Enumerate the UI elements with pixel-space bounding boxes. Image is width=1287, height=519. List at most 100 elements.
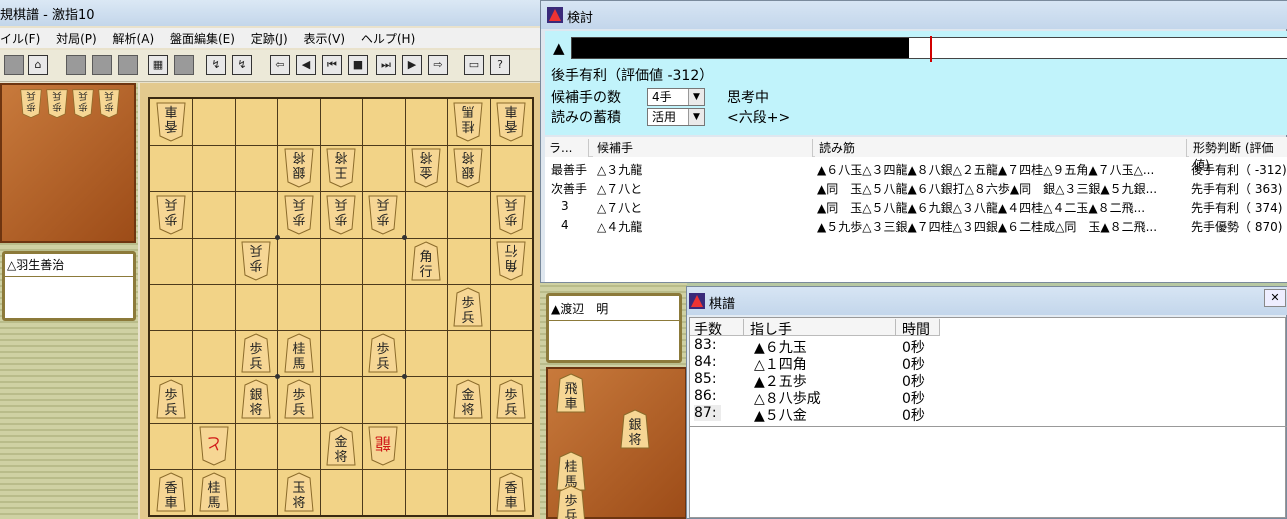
- shogi-piece-sente[interactable]: 歩兵: [368, 333, 398, 373]
- first-icon[interactable]: ⏮: [322, 55, 342, 75]
- kifu-row[interactable]: 85: ▲２五歩 0秒: [690, 371, 1287, 390]
- candidate-row[interactable]: 次善手 △７八と ▲同 玉△５八龍▲６八銀打△８六歩▲同 銀△３三銀▲５九銀..…: [545, 178, 1287, 197]
- menu-joseki[interactable]: 定跡(J): [251, 28, 288, 47]
- last-icon[interactable]: ⏭: [376, 55, 396, 75]
- monitor-icon[interactable]: ▭: [464, 55, 484, 75]
- shogi-piece-gote[interactable]: 歩兵: [241, 241, 271, 281]
- shogi-piece-gote[interactable]: 龍: [368, 426, 398, 466]
- shogi-piece-gote[interactable]: と: [199, 426, 229, 466]
- gote-hand-piece[interactable]: 歩兵: [20, 89, 42, 121]
- sente-hand-piece[interactable]: 銀将: [620, 409, 650, 449]
- svg-text:歩: 歩: [334, 211, 347, 226]
- gote-hand-piece[interactable]: 歩兵: [46, 89, 68, 121]
- gote-hand-piece[interactable]: 歩兵: [98, 89, 120, 121]
- candidate-row[interactable]: 最善手 △３九龍 ▲６八玉△３四龍▲８八銀△２五龍▲７四桂△９五角▲７八玉△..…: [545, 159, 1287, 178]
- col-move[interactable]: 候補手: [593, 139, 813, 157]
- candidate-row[interactable]: 3 △７八と ▲同 玉△５八龍▲６九銀△３八龍▲４四桂△４二玉▲８二飛... 先…: [545, 197, 1287, 216]
- shogi-piece-sente[interactable]: 角行: [411, 241, 441, 281]
- svg-text:馬: 馬: [461, 103, 474, 118]
- board-grid-line: [150, 191, 532, 192]
- shogi-piece-gote[interactable]: 歩兵: [496, 195, 526, 235]
- accumulate-select[interactable]: 活用 ▼: [647, 108, 705, 126]
- col-time[interactable]: 時間: [898, 319, 940, 338]
- shogi-piece-gote[interactable]: 歩兵: [284, 195, 314, 235]
- candidate-row[interactable]: 4 △４九龍 ▲５九歩△３三銀▲７四桂△３四銀▲６二桂成△同 玉▲８二飛... …: [545, 216, 1287, 235]
- shogi-piece-sente[interactable]: 銀将: [241, 379, 271, 419]
- candidates-select[interactable]: 4手 ▼: [647, 88, 705, 106]
- kifu-window: 棋譜 ✕ 手数 指し手 時間 83: ▲６九玉 0秒 84: △１四角 0秒 8…: [686, 286, 1287, 519]
- forward-arrow-icon[interactable]: ⇨: [428, 55, 448, 75]
- toolbar: ⌂ ▦ ↯ ↯ ⇦ ◀ ⏮ ■ ⏭ ▶ ⇨ ▭ ?: [0, 50, 540, 82]
- stop-icon[interactable]: ■: [348, 55, 368, 75]
- shogi-piece-gote[interactable]: 角行: [496, 241, 526, 281]
- svg-text:桂: 桂: [461, 118, 474, 133]
- col-move-text[interactable]: 指し手: [746, 319, 896, 338]
- back-arrow-icon[interactable]: ⇦: [270, 55, 290, 75]
- evaluation-text: 後手有利（評価値 -312）: [551, 68, 714, 84]
- kifu-row[interactable]: 84: △１四角 0秒: [690, 354, 1287, 373]
- shogi-piece-gote[interactable]: 金将: [411, 148, 441, 188]
- shogi-piece-gote[interactable]: 銀将: [284, 148, 314, 188]
- shogi-piece-sente[interactable]: 香車: [156, 472, 186, 512]
- open-folder-icon[interactable]: ⌂: [28, 55, 48, 75]
- svg-text:将: 将: [292, 149, 305, 164]
- shogi-piece-sente[interactable]: 歩兵: [496, 379, 526, 419]
- copy-icon[interactable]: [118, 55, 138, 75]
- candidate-line: ▲同 玉△５八龍▲６九銀△３八龍▲４四桂△４二玉▲８二飛...: [817, 201, 1146, 215]
- shogi-piece-gote[interactable]: 桂馬: [453, 102, 483, 142]
- shogi-piece-gote[interactable]: 歩兵: [326, 195, 356, 235]
- col-line[interactable]: 読み筋: [815, 139, 1187, 157]
- paste-icon[interactable]: [174, 55, 194, 75]
- menu-help[interactable]: ヘルプ(H): [361, 28, 415, 47]
- sente-hand-piece[interactable]: 歩兵: [556, 485, 586, 519]
- shogi-piece-gote[interactable]: 銀将: [453, 148, 483, 188]
- shogi-piece-sente[interactable]: 金将: [326, 426, 356, 466]
- board-setup-icon[interactable]: ▦: [148, 55, 168, 75]
- menu-analysis[interactable]: 解析(A): [113, 28, 155, 47]
- next-icon[interactable]: ▶: [402, 55, 422, 75]
- analyze-icon[interactable]: ↯: [206, 55, 226, 75]
- stop-analyze-icon[interactable]: ↯: [232, 55, 252, 75]
- shogi-piece-sente[interactable]: 桂馬: [199, 472, 229, 512]
- kifu-row[interactable]: 86: △８八歩成 0秒: [690, 388, 1287, 407]
- shogi-piece-sente[interactable]: 歩兵: [453, 287, 483, 327]
- board-grid-line: [362, 99, 363, 515]
- shogi-piece-gote[interactable]: 歩兵: [368, 195, 398, 235]
- left-stand: 歩兵歩兵歩兵歩兵 △羽生善治: [0, 83, 138, 519]
- print-icon[interactable]: [92, 55, 112, 75]
- shogi-piece-sente[interactable]: 歩兵: [284, 379, 314, 419]
- menu-edit[interactable]: 盤面編集(E): [170, 28, 235, 47]
- candidate-move: △７八と: [597, 182, 643, 196]
- shogi-piece-sente[interactable]: 玉将: [284, 472, 314, 512]
- kifu-row-current[interactable]: 87: ▲５八金 0秒: [690, 405, 1287, 424]
- shogi-piece-sente[interactable]: 香車: [496, 472, 526, 512]
- svg-text:歩: 歩: [249, 257, 262, 272]
- shogi-board[interactable]: 香車桂馬香車銀将王将金将銀将歩兵歩兵歩兵歩兵歩兵歩兵角行角行歩兵歩兵桂馬歩兵歩兵…: [148, 97, 534, 517]
- gote-hand-piece[interactable]: 歩兵: [72, 89, 94, 121]
- svg-text:歩: 歩: [292, 388, 305, 403]
- col-rank[interactable]: ラ...: [545, 139, 589, 157]
- shogi-piece-sente[interactable]: 歩兵: [241, 333, 271, 373]
- shogi-piece-sente[interactable]: 桂馬: [284, 333, 314, 373]
- shogi-piece-gote[interactable]: 歩兵: [156, 195, 186, 235]
- prev-icon[interactable]: ◀: [296, 55, 316, 75]
- new-game-icon[interactable]: [4, 55, 24, 75]
- shogi-piece-sente[interactable]: 歩兵: [156, 379, 186, 419]
- save-icon[interactable]: [66, 55, 86, 75]
- kifu-row[interactable]: 83: ▲６九玉 0秒: [690, 337, 1287, 356]
- shogi-piece-gote[interactable]: 香車: [156, 102, 186, 142]
- col-judgement[interactable]: 形勢判断 (評価値): [1189, 139, 1287, 172]
- menu-file[interactable]: イル(F): [0, 28, 40, 47]
- shogi-piece-sente[interactable]: 金将: [453, 379, 483, 419]
- board-star-point: [402, 374, 407, 379]
- close-icon[interactable]: ✕: [1264, 289, 1286, 307]
- menu-view[interactable]: 表示(V): [303, 28, 345, 47]
- shogi-piece-gote[interactable]: 香車: [496, 102, 526, 142]
- svg-text:桂: 桂: [564, 460, 577, 475]
- svg-text:歩: 歩: [52, 101, 62, 113]
- shogi-piece-gote[interactable]: 王将: [326, 148, 356, 188]
- help-icon[interactable]: ?: [490, 55, 510, 75]
- col-move-number[interactable]: 手数: [690, 319, 744, 338]
- menu-game[interactable]: 対局(P): [56, 28, 97, 47]
- sente-hand-piece[interactable]: 飛車: [556, 373, 586, 413]
